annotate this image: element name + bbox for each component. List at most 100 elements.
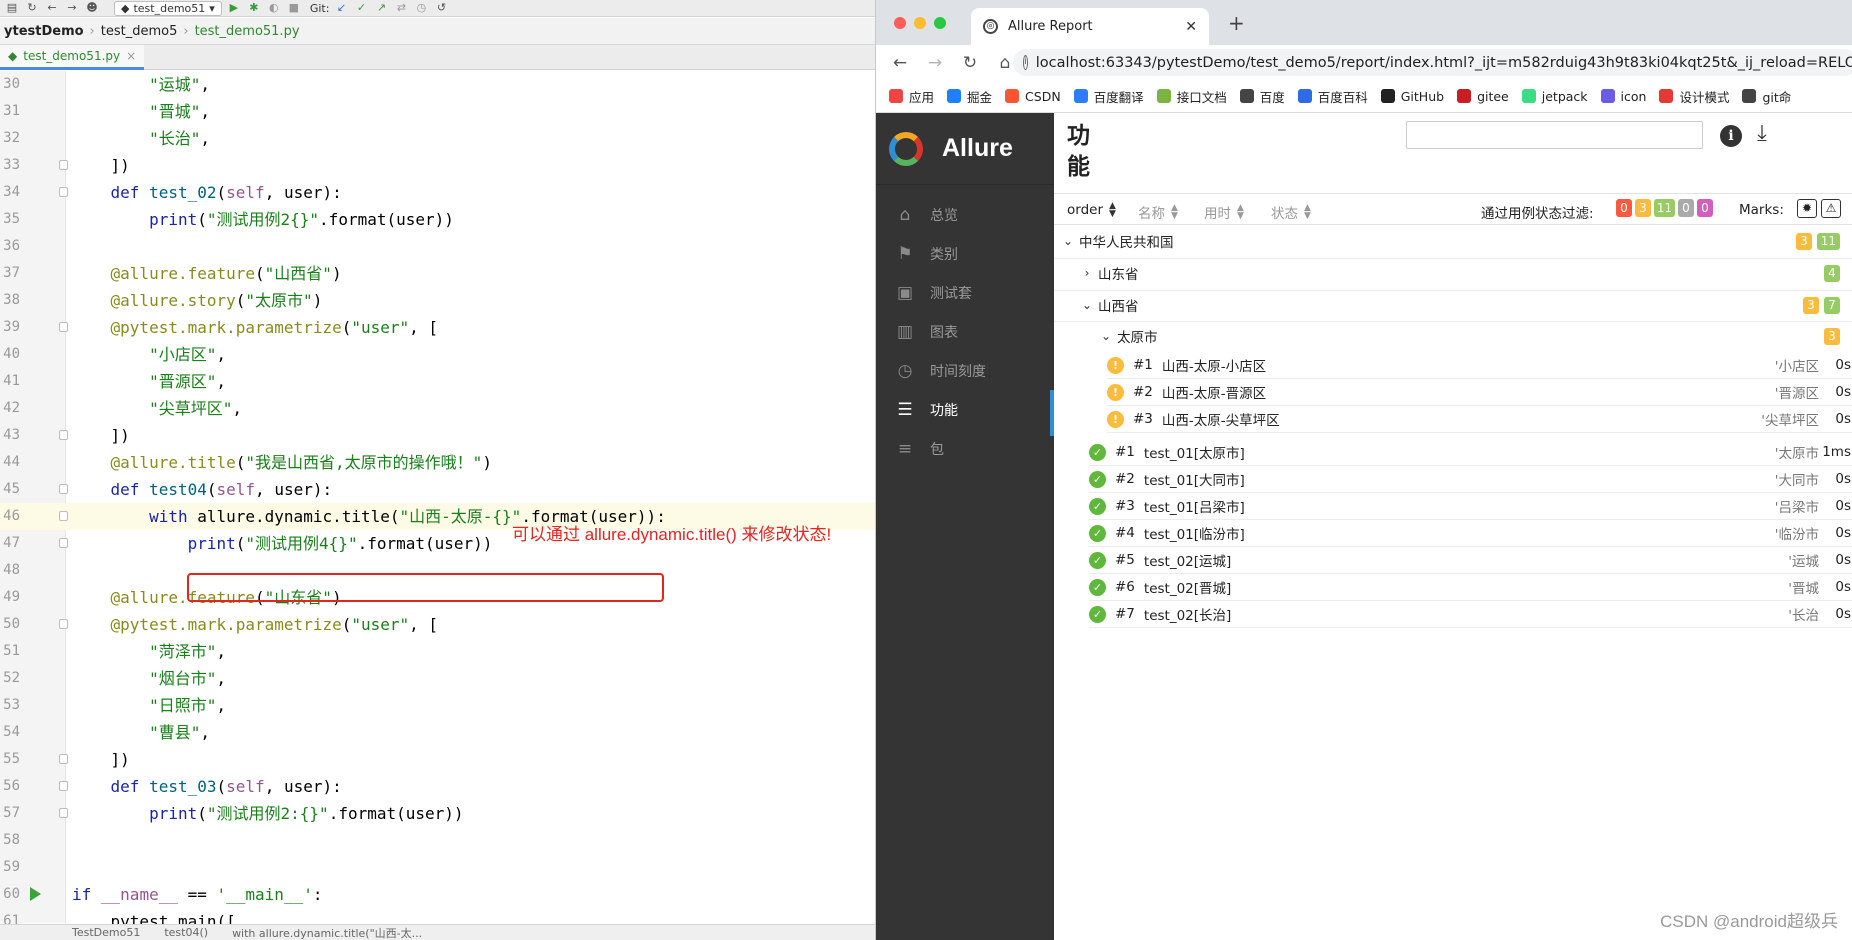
filter-failed[interactable]: 0 xyxy=(1616,199,1632,217)
tree-group-taiyuan[interactable]: ⌄ 太原市 3 xyxy=(1054,321,1852,349)
code-line[interactable]: 57 print("测试用例2:{}".format(user)) xyxy=(0,800,875,827)
sidebar-item[interactable]: ⚑ 类别 xyxy=(876,234,1054,274)
bookmark-item[interactable]: icon xyxy=(1600,89,1646,104)
test-case-row[interactable]: ✓ #5 test_02[运城] '运城 0s xyxy=(1089,547,1852,574)
breadcrumb-folder[interactable]: test_demo5 xyxy=(97,24,182,39)
code-line[interactable]: 50 @pytest.mark.parametrize("user", [ xyxy=(0,611,875,638)
fold-marker-icon[interactable] xyxy=(59,781,68,791)
address-bar[interactable]: i localhost:63343/pytestDemo/test_demo5/… xyxy=(1013,49,1852,76)
code-line[interactable]: 53 "日照市", xyxy=(0,692,875,719)
bookmark-item[interactable]: jetpack xyxy=(1521,89,1588,104)
test-case-row[interactable]: ✓ #6 test_02[晋城] '晋城 0s xyxy=(1089,574,1852,601)
code-line[interactable]: 32 "长治", xyxy=(0,125,875,152)
run-config-select[interactable]: ◆ test_demo51 ▾ xyxy=(114,0,222,16)
git-compare-icon[interactable]: ⇄ xyxy=(393,1,409,15)
fold-marker-icon[interactable] xyxy=(59,430,68,440)
status-crumb-method[interactable]: test04() xyxy=(164,926,208,939)
code-line[interactable]: 34 def test_02(self, user): xyxy=(0,179,875,206)
back-icon[interactable]: ← xyxy=(44,1,60,15)
sidebar-item[interactable]: ⌂ 总览 xyxy=(876,195,1054,235)
code-editor[interactable]: 30 "运城", 31 "晋城", 32 "长治", 33 ]) 34 def test… xyxy=(0,71,875,931)
maximize-window-button[interactable] xyxy=(934,17,946,29)
git-commit-icon[interactable]: ✓ xyxy=(353,1,369,15)
allure-brand[interactable]: Allure xyxy=(876,113,1054,185)
status-crumb-class[interactable]: TestDemo51 xyxy=(72,926,140,939)
fold-marker-icon[interactable] xyxy=(59,187,68,197)
code-line[interactable]: 60 if __name__ == '__main__': xyxy=(0,881,875,908)
close-tab-icon[interactable]: ✕ xyxy=(1185,19,1197,35)
code-line[interactable]: 36 xyxy=(0,233,875,260)
fold-marker-icon[interactable] xyxy=(59,511,68,521)
code-line[interactable]: 37 @allure.feature("山西省") xyxy=(0,260,875,287)
bookmark-item[interactable]: gitee xyxy=(1457,89,1509,104)
code-line[interactable]: 55 ]) xyxy=(0,746,875,773)
sidebar-item[interactable]: ≡ 包 xyxy=(876,429,1054,469)
bookmark-item[interactable]: 设计模式 xyxy=(1659,87,1729,106)
info-icon[interactable]: i xyxy=(1023,55,1028,70)
test-case-row[interactable]: ✓ #2 test_01[大同市] '大同市 0s xyxy=(1089,466,1852,493)
code-line[interactable]: 30 "运城", xyxy=(0,71,875,98)
test-case-row[interactable]: ✓ #3 test_01[吕梁市] '吕梁市 0s xyxy=(1089,493,1852,520)
bookmark-item[interactable]: 百度 xyxy=(1239,87,1285,106)
fold-marker-icon[interactable] xyxy=(59,619,68,629)
close-icon[interactable]: × xyxy=(126,49,136,63)
code-line[interactable]: 52 "烟台市", xyxy=(0,665,875,692)
code-line[interactable]: 51 "菏泽市", xyxy=(0,638,875,665)
git-rollback-icon[interactable]: ↺ xyxy=(433,1,449,15)
bookmark-item[interactable]: GitHub xyxy=(1380,89,1444,104)
sidebar-item[interactable]: ◷ 时间刻度 xyxy=(876,351,1054,391)
bookmark-item[interactable]: 应用 xyxy=(889,87,934,106)
info-icon[interactable]: i xyxy=(1720,125,1742,147)
bookmark-item[interactable]: git命 xyxy=(1742,87,1791,106)
code-line[interactable]: 31 "晋城", xyxy=(0,98,875,125)
code-line[interactable]: 43 ]) xyxy=(0,422,875,449)
fold-marker-icon[interactable] xyxy=(59,484,68,494)
fold-marker-icon[interactable] xyxy=(59,754,68,764)
code-line[interactable]: 40 "小店区", xyxy=(0,341,875,368)
fold-marker-icon[interactable] xyxy=(59,160,68,170)
warning-mark-icon[interactable]: ⚠ xyxy=(1821,199,1841,218)
sync-icon[interactable]: ↻ xyxy=(24,1,40,15)
sidebar-item[interactable]: ☰ 功能 xyxy=(876,390,1054,436)
search-input[interactable] xyxy=(1406,121,1703,149)
code-line[interactable]: 38 @allure.story("太原市") xyxy=(0,287,875,314)
bookmark-item[interactable]: 接口文档 xyxy=(1156,87,1227,106)
code-line[interactable]: 59 xyxy=(0,854,875,881)
sort-duration[interactable]: 用时 ▲ ▼ xyxy=(1204,202,1244,223)
filter-unknown[interactable]: 0 xyxy=(1697,199,1713,217)
code-line[interactable]: 35 print("测试用例2{}".format(user)) xyxy=(0,206,875,233)
code-line[interactable]: 56 def test_03(self, user): xyxy=(0,773,875,800)
sort-status[interactable]: 状态 ▲ ▼ xyxy=(1271,202,1311,223)
reload-button[interactable]: ↻ xyxy=(959,53,981,73)
code-line[interactable]: 41 "晋源区", xyxy=(0,368,875,395)
test-case-row[interactable]: ✓ #7 test_02[长治] '长治 0s xyxy=(1089,601,1852,628)
browser-tab-allure[interactable]: ◎ Allure Report ✕ xyxy=(971,8,1209,45)
filter-broken[interactable]: 3 xyxy=(1635,199,1651,217)
code-line[interactable]: 39 @pytest.mark.parametrize("user", [ xyxy=(0,314,875,341)
back-button[interactable]: ← xyxy=(889,53,911,73)
code-line[interactable]: 44 @allure.title("我是山西省,太原市的操作哦！") xyxy=(0,449,875,476)
user-icon[interactable]: ☻ xyxy=(84,1,100,15)
minimize-window-button[interactable] xyxy=(914,17,926,29)
tree-group-shanxi[interactable]: ⌄ 山西省 3 7 xyxy=(1054,290,1852,318)
run-icon[interactable]: ▶ xyxy=(226,1,242,15)
bookmark-item[interactable]: 百度百科 xyxy=(1297,87,1368,106)
breadcrumb-file[interactable]: test_demo51.py xyxy=(191,24,304,39)
tree-group-china[interactable]: ⌄ 中华人民共和国 3 11 xyxy=(1054,227,1852,255)
forward-icon[interactable]: → xyxy=(64,1,80,15)
git-update-icon[interactable]: ↙ xyxy=(333,1,349,15)
status-crumb-statement[interactable]: with allure.dynamic.title("山西-太... xyxy=(232,925,422,940)
save-icon[interactable]: ▤ xyxy=(4,1,20,15)
coverage-icon[interactable]: ◐ xyxy=(266,1,282,15)
code-line[interactable]: 58 xyxy=(0,827,875,854)
close-window-button[interactable] xyxy=(894,17,906,29)
run-gutter-icon[interactable] xyxy=(30,887,41,901)
sort-name[interactable]: 名称 ▲ ▼ xyxy=(1138,202,1178,223)
fold-marker-icon[interactable] xyxy=(59,808,68,818)
breadcrumb-project[interactable]: ytestDemo xyxy=(0,24,88,39)
code-line[interactable]: 42 "尖草坪区", xyxy=(0,395,875,422)
code-line[interactable]: 33 ]) xyxy=(0,152,875,179)
fold-marker-icon[interactable] xyxy=(59,322,68,332)
tree-group-shandong[interactable]: › 山东省 4 xyxy=(1054,258,1852,286)
test-case-row[interactable]: ! #2 山西-太原-晋源区 '晋源区 0s xyxy=(1107,379,1852,406)
